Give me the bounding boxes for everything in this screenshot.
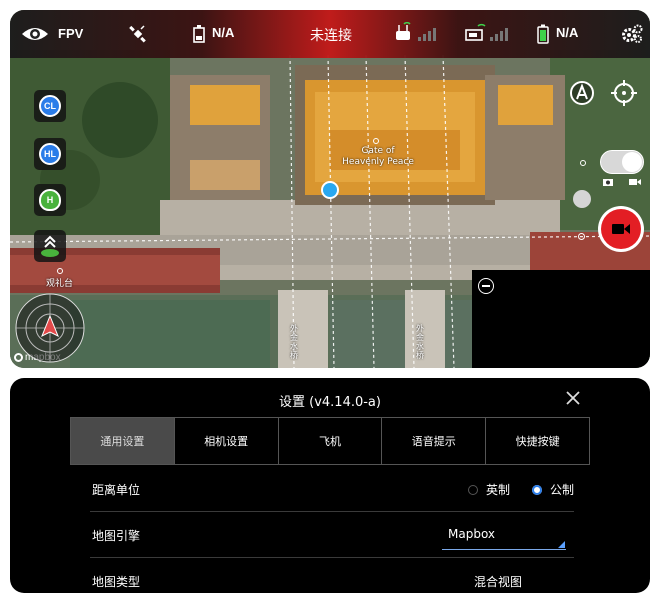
map-type-value: 混合视图 [474, 575, 523, 589]
battery-icon [537, 24, 549, 44]
minimize-pip-icon[interactable] [478, 278, 494, 294]
course-lock-button[interactable]: CL [34, 90, 66, 122]
tab-voice[interactable]: 语音提示 [382, 418, 487, 464]
distance-unit-row: 距离单位 英制 公制 [90, 466, 574, 512]
tab-aircraft[interactable]: 飞机 [279, 418, 383, 464]
photo-video-toggle[interactable] [600, 150, 644, 174]
fpv-label: FPV [58, 26, 84, 41]
close-icon[interactable] [564, 389, 582, 407]
settings-gear-icon[interactable] [620, 23, 644, 45]
tab-camera[interactable]: 相机设置 [175, 418, 279, 464]
metric-label: 公制 [549, 483, 574, 497]
settings-panel: 设置 (v4.14.0-a) 通用设置 相机设置 飞机 语音提示 快捷按键 距离… [10, 378, 650, 593]
map-engine-value: Mapbox [448, 527, 496, 541]
remote-controller-signal-icon [396, 22, 436, 41]
video-record-icon [612, 224, 630, 234]
home-icon: H [39, 189, 61, 211]
battery-value: N/A [556, 25, 579, 40]
fpv-toggle-button[interactable]: FPV [18, 22, 90, 46]
distance-unit-label: 距离单位 [92, 483, 141, 497]
video-mode-icon [629, 179, 641, 185]
eye-icon [22, 28, 48, 40]
settings-title: 设置 (v4.14.0-a) [279, 395, 381, 410]
poi-label: 观礼台 [46, 279, 74, 289]
camera-mode-icon [603, 179, 613, 186]
takeoff-icon [41, 235, 59, 257]
return-home-button[interactable]: H [34, 184, 66, 216]
photo-dot-indicator [580, 160, 586, 166]
radio-metric[interactable] [531, 484, 542, 495]
tab-shortcuts[interactable]: 快捷按键 [486, 418, 589, 464]
settings-tabs: 通用设置 相机设置 飞机 语音提示 快捷按键 [70, 417, 590, 465]
dropdown-arrow-icon [558, 541, 565, 548]
home-lock-button[interactable]: HL [34, 138, 66, 170]
imperial-label: 英制 [485, 483, 510, 497]
cl-icon: CL [39, 95, 61, 117]
shutter-aux-button[interactable] [573, 190, 591, 208]
satellite-icon [129, 25, 146, 43]
camera-pip-view[interactable] [472, 270, 650, 368]
bridge-label-right: 外金水桥 [416, 324, 424, 360]
image-transmission-signal-icon [465, 23, 508, 41]
hl-icon: HL [39, 143, 61, 165]
radio-imperial[interactable] [467, 484, 478, 495]
map-engine-row: 地图引擎 Mapbox [90, 512, 574, 558]
bridge-label-left: 外金水桥 [290, 324, 298, 360]
gps-value: N/A [212, 25, 235, 40]
map-pin-small [578, 233, 585, 240]
fpv-map-view[interactable]: Gate of Heavenly Peace 观礼台 外金水桥 外金水桥 map… [10, 10, 650, 368]
map-type-dropdown[interactable]: 混合视图 [442, 566, 566, 593]
distance-unit-options: 英制 公制 [467, 481, 574, 498]
locate-target-icon[interactable] [611, 80, 637, 106]
map-type-label: 地图类型 [92, 575, 141, 589]
landmark-label: Gate of Heavenly Peace [342, 146, 414, 167]
map-engine-label: 地图引擎 [92, 529, 141, 543]
connection-status: 未连接 [310, 28, 352, 44]
gps-signal-icon [193, 25, 205, 43]
map-type-row: 地图类型 混合视图 [90, 558, 574, 593]
auto-mode-icon[interactable] [569, 80, 595, 106]
compass-radar-icon[interactable] [14, 292, 86, 364]
tab-general[interactable]: 通用设置 [71, 418, 175, 464]
map-engine-dropdown[interactable]: Mapbox [442, 520, 566, 550]
record-button[interactable] [598, 206, 644, 252]
takeoff-button[interactable] [34, 230, 66, 262]
